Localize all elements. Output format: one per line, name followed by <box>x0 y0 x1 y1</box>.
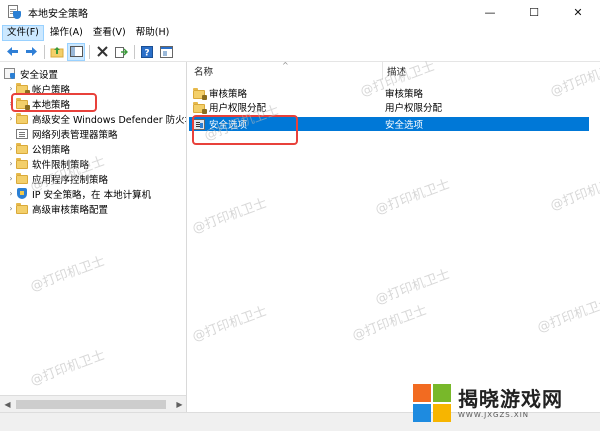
folder-icon <box>16 203 29 214</box>
help-icon[interactable]: ? <box>138 43 156 61</box>
minimize-button[interactable]: — <box>468 0 512 24</box>
toolbar-separator <box>89 44 90 59</box>
menu-help[interactable]: 帮助(H) <box>132 25 174 41</box>
ip-security-shield-icon <box>16 188 29 199</box>
menu-action[interactable]: 操作(A) <box>46 25 87 41</box>
sort-ascending-icon: ^ <box>282 62 289 70</box>
tree-item-ip-security[interactable]: › IP 安全策略，在 本地计算机 <box>6 186 151 201</box>
tree-item-label: 公钥策略 <box>32 144 71 156</box>
tree-item-public-key[interactable]: › 公钥策略 <box>6 141 70 156</box>
site-logo: 揭晓游戏网 WWW.JXGZS.XIN <box>412 378 598 428</box>
folder-icon <box>16 143 29 154</box>
horizontal-scrollbar[interactable]: ◀ ▶ <box>0 395 186 412</box>
scroll-right-icon[interactable]: ▶ <box>173 398 186 411</box>
toolbar: ? <box>0 42 600 62</box>
annotation-box-local-policies <box>11 93 97 112</box>
folder-icon <box>193 101 207 114</box>
chevron-right-icon[interactable]: › <box>6 111 16 126</box>
svg-text:?: ? <box>144 48 149 58</box>
tree-item-label: 高级审核策略配置 <box>32 204 109 216</box>
tree-item-label: 网络列表管理器策略 <box>32 129 118 141</box>
column-header-label: 名称 <box>194 67 214 78</box>
up-folder-icon[interactable] <box>48 43 66 61</box>
tree-root-label: 安全设置 <box>20 69 59 81</box>
folder-icon <box>193 87 207 100</box>
tree-item-network-list[interactable]: 网络列表管理器策略 <box>16 126 118 141</box>
chevron-right-icon[interactable]: › <box>6 171 16 186</box>
toolbar-separator <box>134 44 135 59</box>
tree-item-label: 高级安全 Windows Defender 防火墙 <box>32 114 187 126</box>
column-header-name[interactable]: 名称 ^ <box>189 62 382 80</box>
folder-icon <box>16 113 29 124</box>
list-item-name: 审核策略 <box>209 89 248 100</box>
chevron-right-icon[interactable]: › <box>6 201 16 216</box>
security-policy-app-icon <box>7 5 21 19</box>
back-arrow-icon[interactable] <box>3 43 21 61</box>
menu-view[interactable]: 查看(V) <box>89 25 130 41</box>
security-settings-icon <box>4 68 17 79</box>
windows-logo-icon <box>412 383 452 423</box>
scroll-left-icon[interactable]: ◀ <box>1 398 14 411</box>
menu-bar: 文件(F) 操作(A) 查看(V) 帮助(H) <box>0 24 600 42</box>
list-item-description: 安全选项 <box>385 120 424 131</box>
maximize-button[interactable]: ☐ <box>512 0 556 24</box>
logo-subtext: WWW.JXGZS.XIN <box>458 411 530 419</box>
properties-icon[interactable] <box>157 43 175 61</box>
title-bar: 本地安全策略 — ☐ ✕ <box>0 0 600 24</box>
toolbar-separator <box>44 44 45 59</box>
forward-arrow-icon[interactable] <box>22 43 40 61</box>
folder-icon <box>16 158 29 169</box>
list-item-description: 用户权限分配 <box>385 103 443 114</box>
show-hide-tree-icon[interactable] <box>67 42 85 61</box>
tree-root[interactable]: 安全设置 <box>4 66 58 81</box>
tree-item-defender-firewall[interactable]: › 高级安全 Windows Defender 防火墙 <box>6 111 187 126</box>
chevron-right-icon[interactable]: › <box>6 141 16 156</box>
window-title: 本地安全策略 <box>28 8 88 20</box>
chevron-right-icon[interactable]: › <box>6 186 16 201</box>
logo-text: 揭晓游戏网 <box>458 387 563 411</box>
tree-item-advanced-audit[interactable]: › 高级审核策略配置 <box>6 201 108 216</box>
network-list-icon <box>16 128 29 139</box>
chevron-right-icon[interactable]: › <box>6 156 16 171</box>
menu-file[interactable]: 文件(F) <box>2 25 44 41</box>
export-list-icon[interactable] <box>112 43 130 61</box>
close-button[interactable]: ✕ <box>556 0 600 24</box>
delete-icon[interactable] <box>93 43 111 61</box>
scrollbar-thumb[interactable] <box>16 400 166 409</box>
